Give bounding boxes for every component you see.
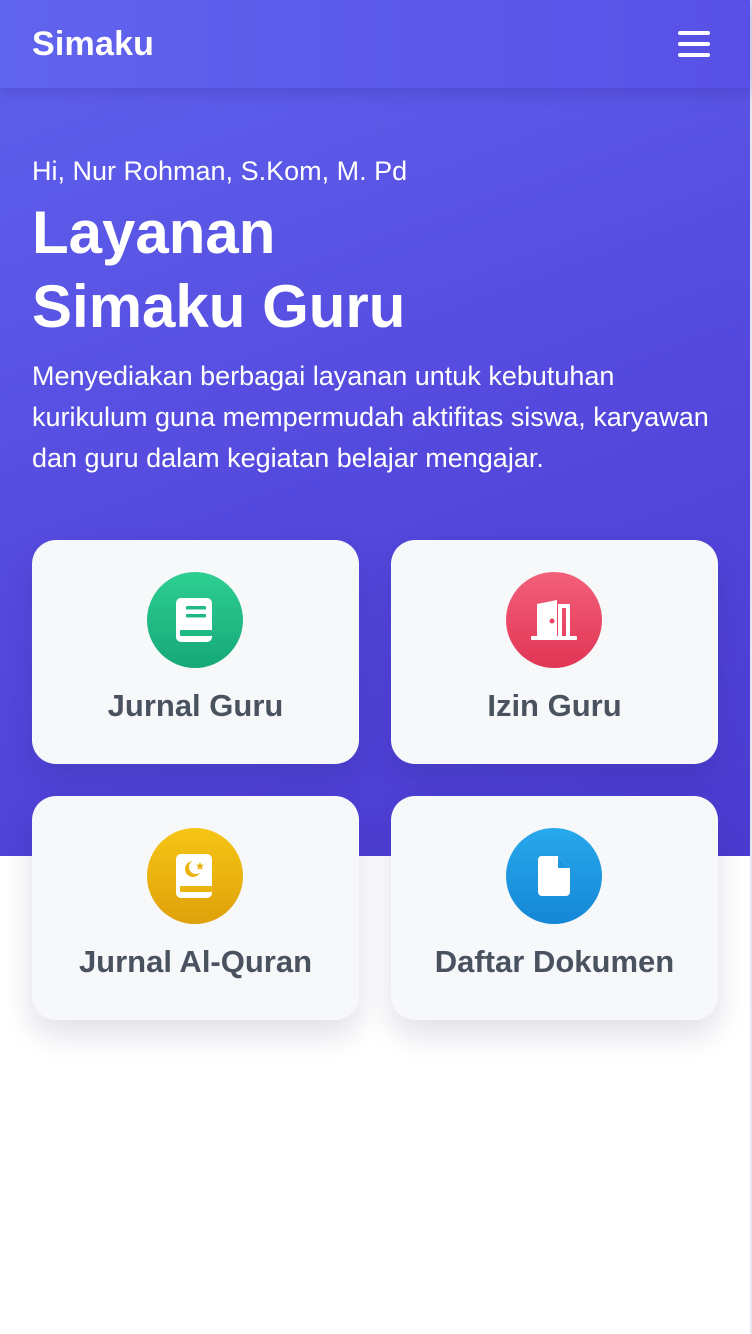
hamburger-bar (678, 53, 710, 57)
menu-card-label: Jurnal Guru (107, 688, 284, 723)
door-exit-icon (506, 572, 602, 668)
menu-card-label: Daftar Dokumen (434, 944, 675, 979)
menu-card-label: Izin Guru (487, 688, 622, 723)
menu-card-jurnal-guru[interactable]: Jurnal Guru (32, 540, 359, 764)
page-title-line-2: Simaku Guru (32, 273, 406, 340)
page-title-line-1: Layanan (32, 199, 276, 266)
hamburger-bar (678, 31, 710, 35)
menu-card-izin-guru[interactable]: Izin Guru (391, 540, 718, 764)
menu-card-daftar-dokumen[interactable]: Daftar Dokumen (391, 796, 718, 1020)
menu-card-jurnal-al-quran[interactable]: Jurnal Al-Quran (32, 796, 359, 1020)
book-icon (147, 572, 243, 668)
quran-icon (147, 828, 243, 924)
document-icon (506, 828, 602, 924)
navbar: Simaku (0, 0, 750, 88)
menu-card-label: Jurnal Al-Quran (78, 944, 313, 979)
brand-logo-text[interactable]: Simaku (32, 25, 154, 64)
hamburger-bar (678, 42, 710, 46)
hamburger-menu-icon[interactable] (678, 31, 710, 57)
page-title: Layanan Simaku Guru (32, 196, 405, 344)
greeting-text: Hi, Nur Rohman, S.Kom, M. Pd (32, 156, 408, 186)
hero-description: Menyediakan berbagai layanan untuk kebut… (32, 361, 709, 473)
